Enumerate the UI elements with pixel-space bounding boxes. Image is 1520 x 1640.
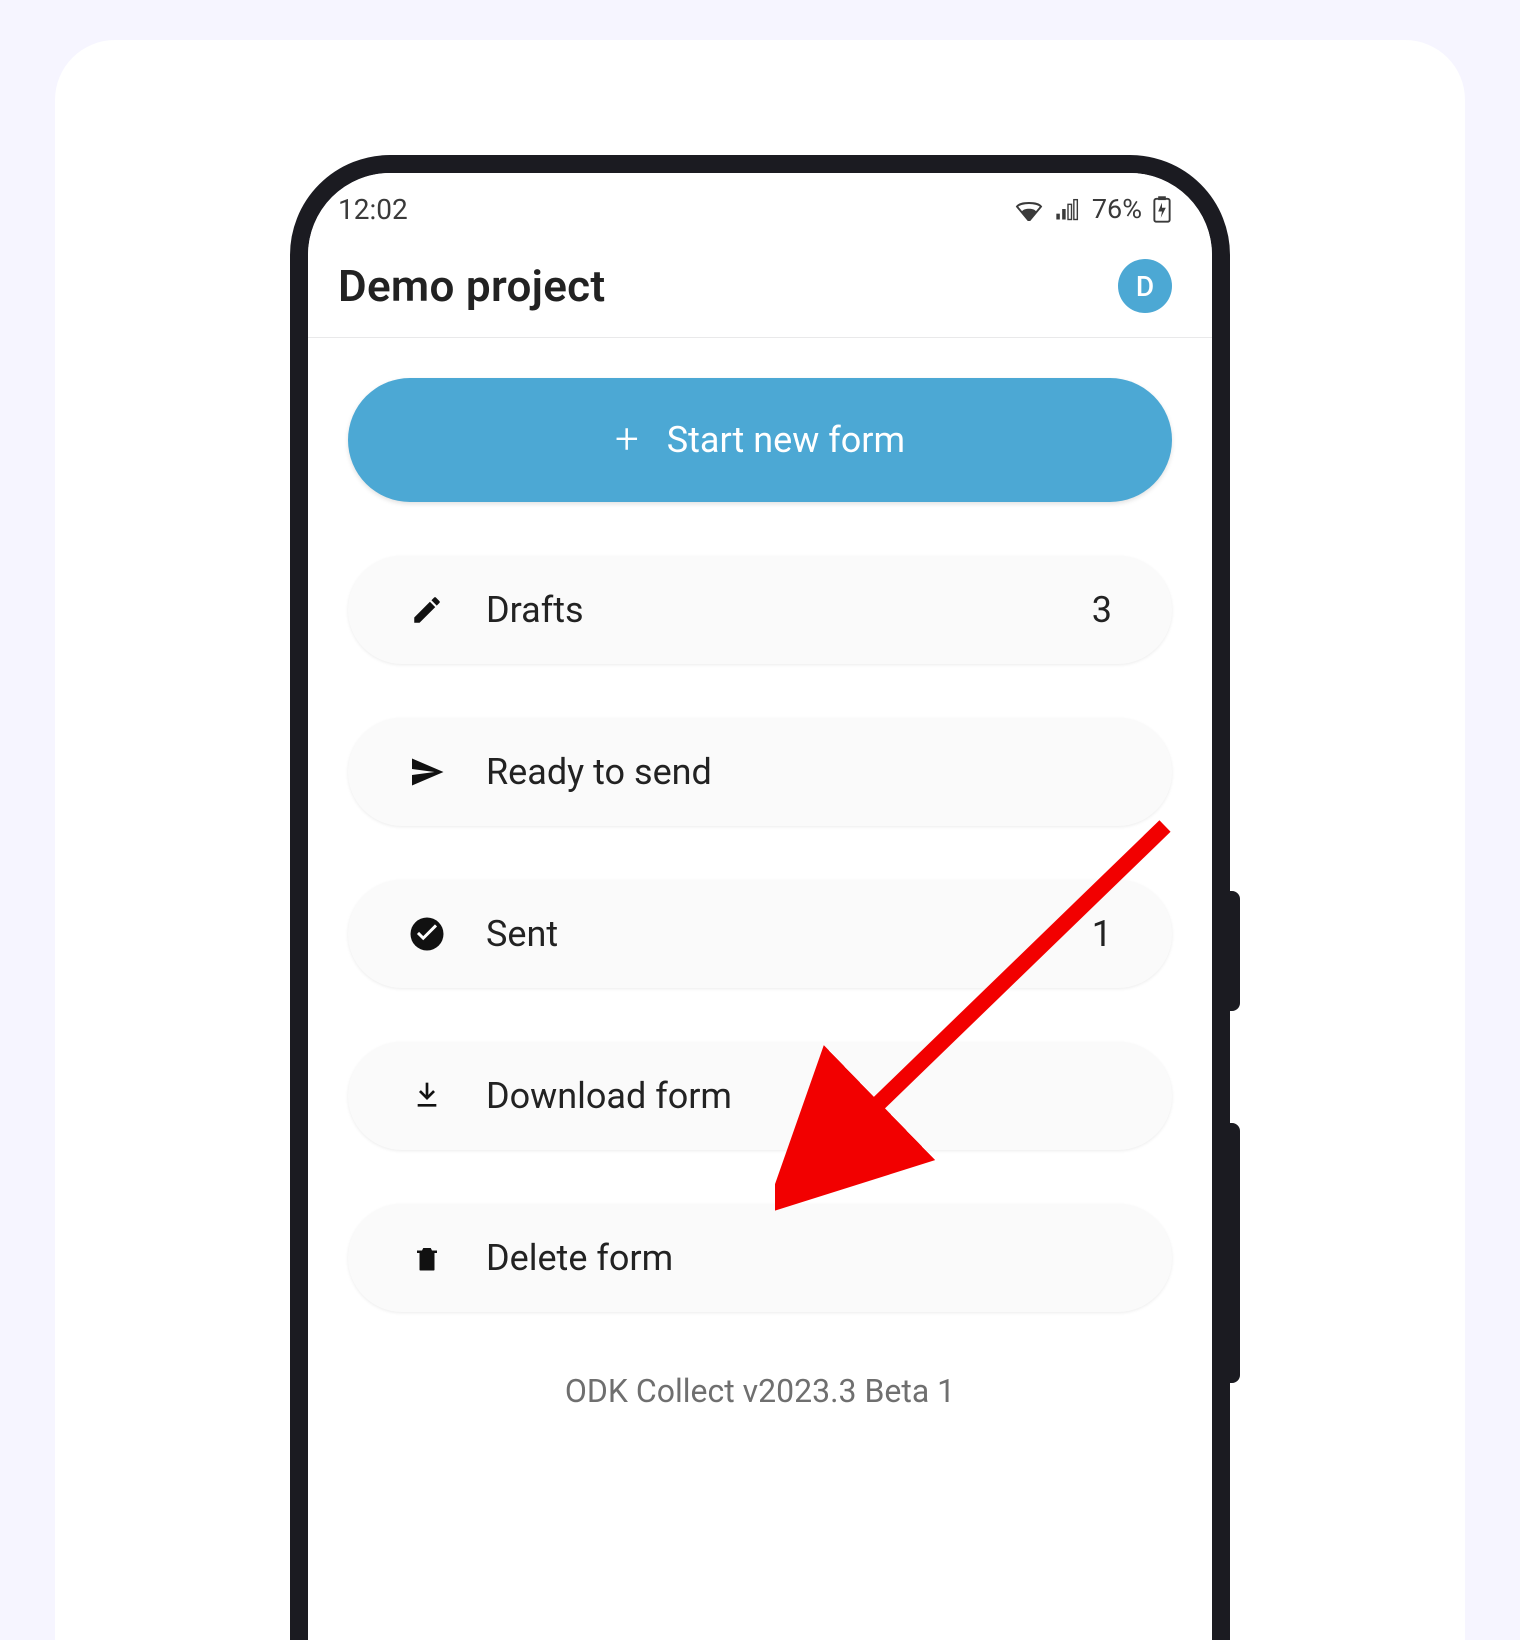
pencil-icon	[398, 593, 456, 627]
drafts-count: 3	[1092, 589, 1112, 631]
phone-side-button-2	[1230, 1123, 1240, 1383]
download-icon	[398, 1080, 456, 1112]
download-label: Download form	[486, 1075, 1112, 1117]
send-icon	[398, 754, 456, 790]
signal-icon	[1054, 197, 1082, 221]
phone-screen: 12:02 76%	[308, 173, 1212, 1640]
drafts-button[interactable]: Drafts 3	[348, 556, 1172, 664]
status-battery-text: 76%	[1092, 193, 1142, 225]
check-circle-icon	[398, 916, 456, 952]
download-form-button[interactable]: Download form	[348, 1042, 1172, 1150]
background-card: 12:02 76%	[55, 40, 1465, 1640]
delete-form-button[interactable]: Delete form	[348, 1204, 1172, 1312]
page-title: Demo project	[338, 260, 606, 312]
battery-icon	[1152, 195, 1172, 223]
app-header: Demo project D	[308, 245, 1212, 338]
status-time: 12:02	[338, 193, 408, 226]
start-new-form-button[interactable]: + Start new form	[348, 378, 1172, 502]
delete-label: Delete form	[486, 1237, 1112, 1279]
ready-to-send-button[interactable]: Ready to send	[348, 718, 1172, 826]
app-version: ODK Collect v2023.3 Beta 1	[348, 1372, 1172, 1410]
status-bar: 12:02 76%	[308, 173, 1212, 245]
trash-icon	[398, 1241, 456, 1275]
wifi-icon	[1014, 197, 1044, 221]
sent-label: Sent	[486, 913, 1092, 955]
status-icons: 76%	[1014, 193, 1172, 225]
drafts-label: Drafts	[486, 589, 1092, 631]
sent-button[interactable]: Sent 1	[348, 880, 1172, 988]
start-new-form-label: Start new form	[667, 419, 905, 461]
avatar[interactable]: D	[1118, 259, 1172, 313]
plus-icon: +	[615, 419, 639, 461]
avatar-letter: D	[1136, 270, 1154, 303]
phone-frame: 12:02 76%	[290, 155, 1230, 1640]
sent-count: 1	[1092, 913, 1112, 955]
ready-label: Ready to send	[486, 751, 1112, 793]
main-content: + Start new form Drafts 3 Ready to send	[308, 338, 1212, 1410]
phone-side-button-1	[1230, 891, 1240, 1011]
